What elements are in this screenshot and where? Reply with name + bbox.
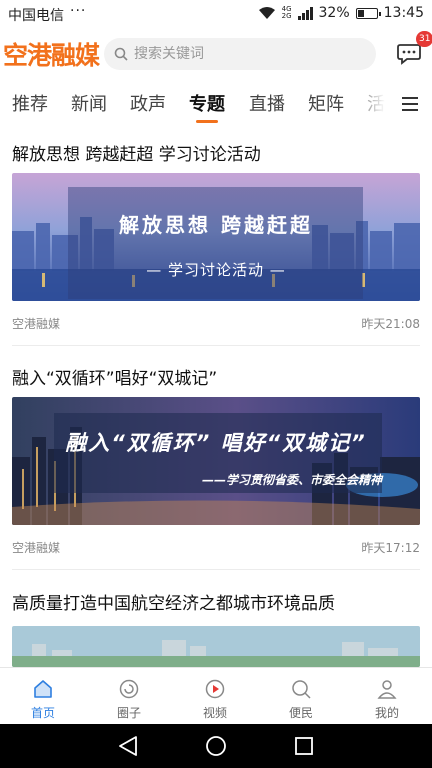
person-icon bbox=[377, 680, 397, 699]
tab-politics[interactable]: 政声 bbox=[130, 90, 166, 116]
article-time: 昨天17:12 bbox=[361, 541, 420, 555]
article-thumbnail: 解放思想 跨越赶超 — 学习讨论活动 — bbox=[12, 173, 420, 301]
article-thumbnail bbox=[12, 626, 420, 667]
app-logo: 空港融媒 bbox=[3, 41, 100, 70]
banner-subtitle: ——学习贯彻省委、市委全会精神 bbox=[201, 473, 382, 487]
nav-label: 便民 bbox=[288, 706, 313, 720]
search-service-icon bbox=[292, 680, 311, 699]
home-button-icon[interactable] bbox=[186, 724, 246, 768]
nav-service[interactable]: 便民 bbox=[258, 668, 344, 725]
city-day-image bbox=[12, 626, 420, 667]
tab-live[interactable]: 直播 bbox=[249, 90, 285, 116]
article-title: 高质量打造中国航空经济之都城市环境品质 bbox=[12, 594, 335, 614]
nav-video[interactable]: 视频 bbox=[172, 668, 258, 725]
category-tabs: 推荐 新闻 政声 专题 直播 矩阵 活 bbox=[0, 82, 432, 124]
nav-home[interactable]: 首页 bbox=[0, 668, 86, 725]
message-badge: 31 bbox=[416, 31, 432, 47]
divider bbox=[12, 345, 420, 346]
battery-icon bbox=[355, 7, 381, 19]
system-nav-bar bbox=[0, 724, 432, 768]
tab-topics[interactable]: 专题 bbox=[189, 90, 225, 116]
banner-subtitle: — 学习讨论活动 — bbox=[146, 261, 286, 279]
banner-headline: 解放思想 跨越赶超 bbox=[119, 213, 313, 237]
nav-label: 圈子 bbox=[116, 706, 141, 720]
signal-icon bbox=[297, 6, 313, 20]
nav-label: 视频 bbox=[202, 706, 227, 720]
bottom-nav: 首页 圈子 视频 便民 我的 bbox=[0, 667, 432, 724]
battery-percent: 32% bbox=[318, 5, 350, 21]
active-tab-indicator bbox=[196, 120, 218, 123]
circle-icon bbox=[119, 679, 139, 699]
notification-dots: ··· bbox=[70, 3, 87, 19]
status-bar: 中国电信 ··· 4G 2G 32% 13:45 bbox=[0, 0, 432, 28]
article-thumbnail: 融入“双循环” 唱好“双城记” ——学习贯彻省委、市委全会精神 bbox=[12, 397, 420, 525]
article-time: 昨天21:08 bbox=[361, 317, 420, 331]
search-input[interactable] bbox=[134, 46, 354, 62]
status-indicators: 4G 2G 32% 13:45 bbox=[258, 5, 424, 21]
channel-menu-icon[interactable] bbox=[392, 90, 432, 118]
video-icon bbox=[205, 679, 225, 699]
search-icon bbox=[114, 47, 128, 61]
article-source: 空港融媒 bbox=[12, 541, 61, 555]
nav-circle[interactable]: 圈子 bbox=[86, 668, 172, 725]
clock: 13:45 bbox=[383, 5, 424, 21]
article-source: 空港融媒 bbox=[12, 317, 61, 331]
article-title: 融入“双循环”唱好“双城记” bbox=[12, 369, 218, 389]
article-title: 解放思想 跨越赶超 学习讨论活动 bbox=[12, 145, 261, 165]
tab-recommend[interactable]: 推荐 bbox=[12, 90, 48, 116]
search-bar[interactable] bbox=[104, 38, 376, 70]
city-night-image bbox=[12, 397, 420, 525]
wifi-icon bbox=[258, 7, 275, 19]
battery-fill bbox=[357, 9, 365, 17]
back-icon[interactable] bbox=[98, 724, 158, 768]
app-header: 空港融媒 31 bbox=[0, 28, 432, 78]
tab-news[interactable]: 新闻 bbox=[71, 90, 107, 116]
carrier-name: 中国电信 bbox=[8, 8, 64, 24]
divider bbox=[12, 569, 420, 570]
tabs-fade bbox=[348, 82, 392, 124]
banner-headline: 融入“双循环” 唱好“双城记” bbox=[65, 431, 367, 455]
recents-icon[interactable] bbox=[274, 724, 334, 768]
article-meta: 空港融媒 昨天17:12 bbox=[12, 539, 420, 556]
tab-matrix[interactable]: 矩阵 bbox=[308, 90, 344, 116]
network-type: 4G 2G bbox=[282, 6, 292, 20]
home-icon bbox=[34, 680, 52, 698]
nav-label: 我的 bbox=[374, 706, 399, 720]
nav-label: 首页 bbox=[30, 706, 55, 720]
nav-profile[interactable]: 我的 bbox=[344, 668, 430, 725]
article-meta: 空港融媒 昨天21:08 bbox=[12, 315, 420, 332]
network-type-bottom: 2G bbox=[281, 12, 292, 20]
